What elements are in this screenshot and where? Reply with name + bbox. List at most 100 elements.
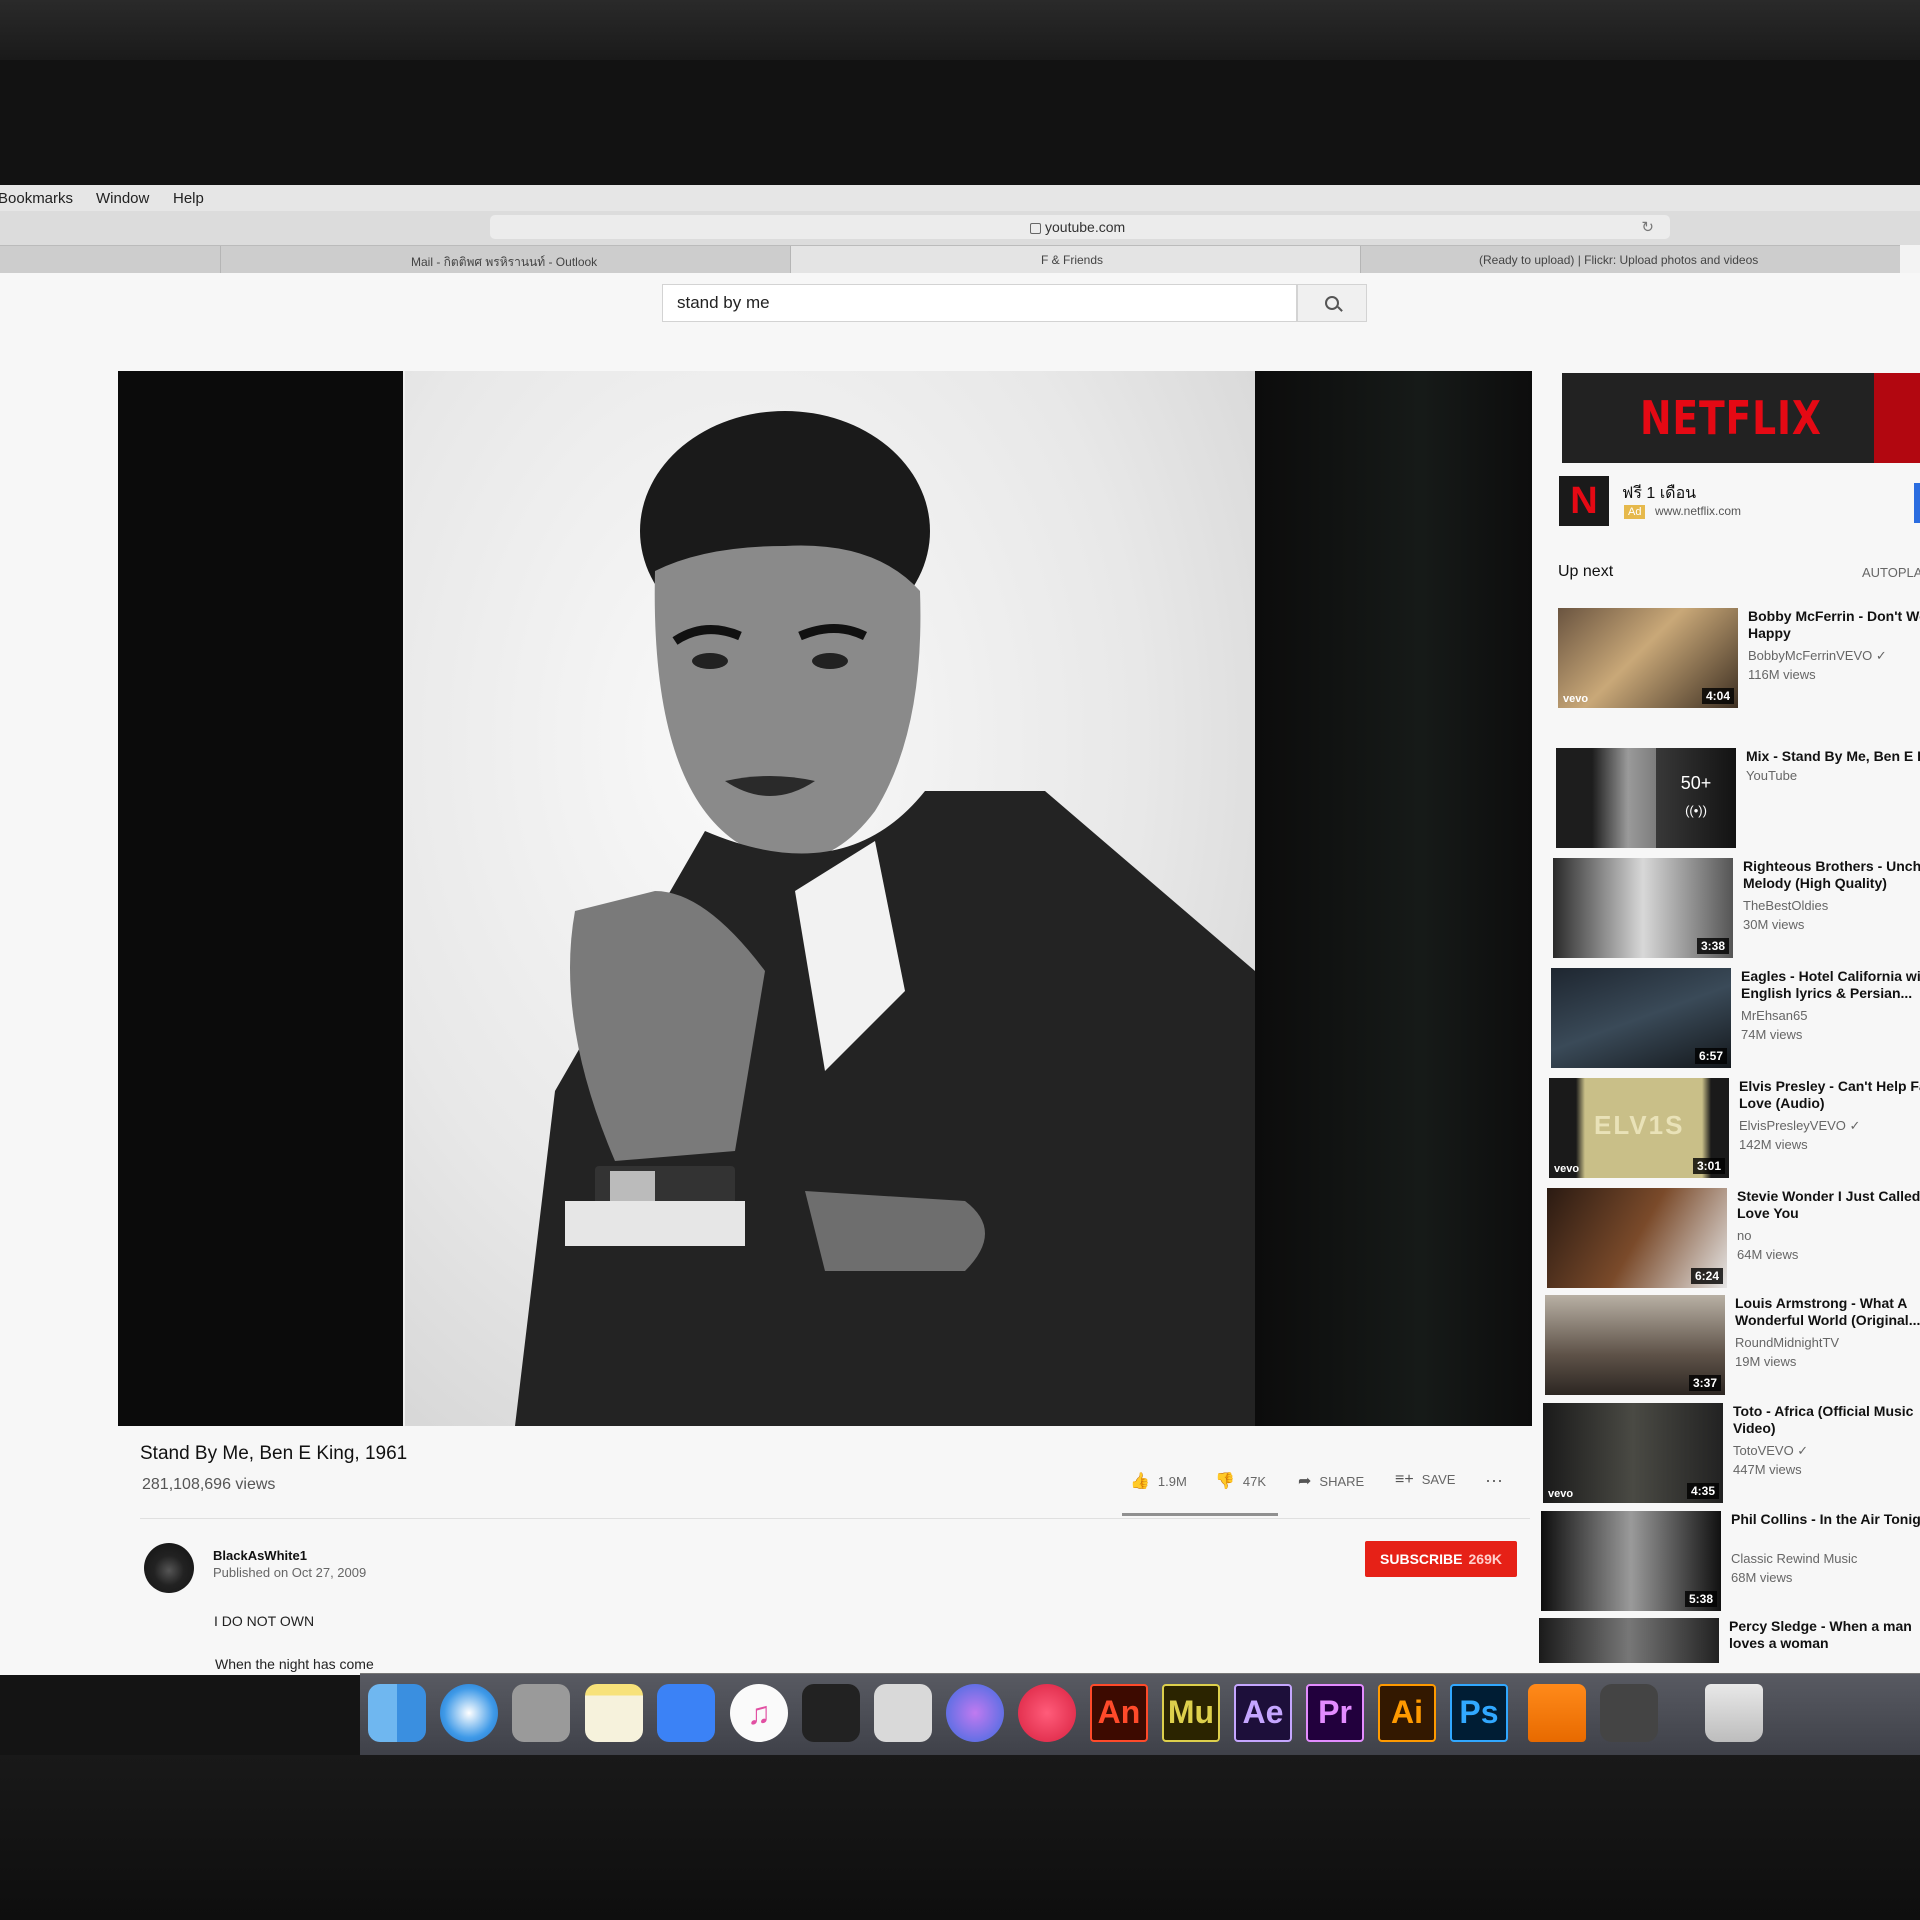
video-card-channel: RoundMidnightTV <box>1735 1335 1840 1350</box>
tab-bar: Mail - กิตติพศ พรหิรานนท์ - Outlook F & … <box>0 245 1900 275</box>
video-thumbnail[interactable]: 3:38 <box>1553 858 1733 958</box>
video-card-title[interactable]: Mix - Stand By Me, Ben E K <box>1746 748 1920 765</box>
ad-banner-accent <box>1874 373 1920 463</box>
subscribe-button[interactable]: SUBSCRIBE 269K <box>1365 1541 1517 1577</box>
safari-icon[interactable] <box>440 1684 498 1742</box>
address-bar[interactable]: youtube.com ↻ <box>490 215 1670 239</box>
after-effects-icon[interactable]: Ae <box>1234 1684 1292 1742</box>
video-card-channel: YouTube <box>1746 768 1798 783</box>
video-duration: 5:38 <box>1684 1591 1717 1607</box>
like-count: 1.9M <box>1157 1474 1187 1489</box>
video-thumbnail[interactable]: 3:37 <box>1545 1295 1725 1395</box>
netflix-logo: NETFLIX <box>1640 391 1822 445</box>
youtube-page: stand by me Stand By Me, Ben E King, 196… <box>0 273 1920 1675</box>
video-card-title[interactable]: Righteous Brothers - Uncha Melody (High … <box>1743 858 1920 892</box>
playlist-add-icon: ≡+ <box>1395 1471 1414 1488</box>
preview-icon[interactable] <box>874 1684 932 1742</box>
video-thumbnail[interactable]: 50+ ((•)) <box>1556 748 1736 848</box>
share-icon: ➦ <box>1298 1473 1312 1490</box>
video-duration: 3:37 <box>1688 1375 1721 1391</box>
video-card-title[interactable]: Eagles - Hotel California wi English lyr… <box>1741 968 1920 1002</box>
url-text: youtube.com <box>1045 219 1126 235</box>
monitor-bezel-bottom <box>0 1755 1920 1920</box>
video-card[interactable]: 6:57 Eagles - Hotel California wi English… <box>1551 968 1920 1070</box>
search-bar: stand by me <box>662 284 1367 324</box>
netflix-ad-banner[interactable]: NETFLIX <box>1562 373 1920 463</box>
video-card[interactable]: ELV1S vevo 3:01 Elvis Presley - Can't Help … <box>1549 1078 1920 1180</box>
dislike-button[interactable]: 👎 47K <box>1215 1471 1266 1491</box>
illustrator-icon[interactable]: Ai <box>1378 1684 1436 1742</box>
video-card[interactable]: 3:37 Louis Armstrong - What A Wonderful W… <box>1545 1295 1920 1397</box>
like-button[interactable]: 👍 1.9M <box>1130 1471 1187 1491</box>
ad-cta-button[interactable] <box>1914 483 1920 523</box>
tab-outlook[interactable]: Mail - กิตติพศ พรหิรานนท์ - Outlook <box>220 246 791 274</box>
premiere-icon[interactable]: Pr <box>1306 1684 1364 1742</box>
ad-url: www.netflix.com <box>1655 504 1742 518</box>
itunes-icon[interactable]: ♫ <box>730 1684 788 1742</box>
channel-avatar[interactable] <box>144 1543 194 1593</box>
notes-icon[interactable] <box>585 1684 643 1742</box>
video-thumbnail[interactable]: 5:38 <box>1541 1511 1721 1611</box>
search-button[interactable] <box>1297 284 1367 322</box>
tab-label: Mail - กิตติพศ พรหิรานนท์ - Outlook <box>411 255 598 269</box>
video-thumbnail[interactable]: vevo 4:35 <box>1543 1403 1723 1503</box>
animate-icon[interactable]: An <box>1090 1684 1148 1742</box>
autoplay-toggle[interactable]: AUTOPLA <box>1862 565 1920 580</box>
netflix-n-logo[interactable]: N <box>1559 476 1609 526</box>
description-line: When the night has come <box>215 1656 374 1672</box>
claquette-icon[interactable] <box>1600 1684 1658 1742</box>
motion-icon[interactable] <box>946 1684 1004 1742</box>
video-card-channel: TotoVEVO ✓ <box>1733 1443 1809 1458</box>
vevo-logo: vevo <box>1563 693 1589 705</box>
video-card-views: 19M views <box>1735 1354 1797 1369</box>
video-actions: 👍 1.9M 👎 47K ➦ SHARE ≡+ SAVE ⋯ <box>1120 1471 1540 1501</box>
finder-icon[interactable] <box>368 1684 426 1742</box>
video-player[interactable] <box>118 371 1532 1426</box>
screenshot-icon[interactable] <box>512 1684 570 1742</box>
video-card-title[interactable]: Elvis Presley - Can't Help Fa In Love (A… <box>1739 1078 1920 1112</box>
trash-icon[interactable] <box>1705 1684 1763 1742</box>
video-card[interactable]: 5:38 Phil Collins - In the Air Tonigh Clas… <box>1541 1511 1920 1613</box>
video-thumbnail[interactable]: vevo 4:04 <box>1558 608 1738 708</box>
video-card-title[interactable]: Bobby McFerrin - Don't Wo Happy <box>1748 608 1920 642</box>
video-thumbnail[interactable] <box>1539 1618 1719 1663</box>
video-card-title[interactable]: Phil Collins - In the Air Tonigh <box>1731 1511 1920 1528</box>
vevo-logo: vevo <box>1548 1488 1574 1500</box>
video-card[interactable]: vevo 4:35 Toto - Africa (Official Music Vi… <box>1543 1403 1920 1505</box>
video-card-title[interactable]: Louis Armstrong - What A Wonderful World… <box>1735 1295 1920 1329</box>
vlc-icon[interactable] <box>1528 1684 1586 1742</box>
share-button[interactable]: ➦ SHARE <box>1298 1471 1364 1491</box>
menu-bookmarks[interactable]: Bookmarks <box>0 190 73 207</box>
channel-name[interactable]: BlackAsWhite1 <box>213 1548 307 1563</box>
video-frame <box>405 371 1255 1426</box>
mac-menubar: Bookmarks Window Help <box>0 185 1920 212</box>
video-card-title[interactable]: Percy Sledge - When a man loves a woman <box>1729 1618 1920 1652</box>
video-card[interactable]: 3:38 Righteous Brothers - Uncha Melody (H… <box>1553 858 1920 960</box>
video-card-title[interactable]: Toto - Africa (Official Music Video) <box>1733 1403 1920 1437</box>
keynote-icon[interactable] <box>657 1684 715 1742</box>
video-thumbnail[interactable]: ELV1S vevo 3:01 <box>1549 1078 1729 1178</box>
tab-friends[interactable]: F & Friends <box>790 246 1361 274</box>
video-thumbnail[interactable]: 6:24 <box>1547 1188 1727 1288</box>
tab-flickr[interactable]: (Ready to upload) | Flickr: Upload photo… <box>1360 246 1901 274</box>
photoshop-icon[interactable]: Ps <box>1450 1684 1508 1742</box>
ad-headline[interactable]: ฟรี 1 เดือน <box>1622 481 1696 506</box>
menu-window[interactable]: Window <box>96 190 149 207</box>
save-button[interactable]: ≡+ SAVE <box>1395 1471 1455 1489</box>
reload-icon[interactable]: ↻ <box>1641 218 1654 236</box>
video-card[interactable]: vevo 4:04 Bobby McFerrin - Don't Wo Happy B… <box>1558 608 1920 710</box>
menu-help[interactable]: Help <box>173 190 204 207</box>
more-button[interactable]: ⋯ <box>1485 1471 1503 1492</box>
search-input[interactable]: stand by me <box>662 284 1297 322</box>
up-next-heading: Up next <box>1558 563 1614 580</box>
muse-icon[interactable]: Mu <box>1162 1684 1220 1742</box>
video-card-title[interactable]: Stevie Wonder I Just Called Say I Love Y… <box>1737 1188 1920 1222</box>
final-cut-icon[interactable] <box>802 1684 860 1742</box>
url-display: youtube.com <box>1030 219 1125 235</box>
video-card[interactable]: 50+ ((•)) Mix - Stand By Me, Ben E K YouTub… <box>1556 748 1920 850</box>
video-card[interactable]: Percy Sledge - When a man loves a woman <box>1539 1618 1920 1663</box>
video-card[interactable]: 6:24 Stevie Wonder I Just Called Say I Lo… <box>1547 1188 1920 1290</box>
divider <box>140 1518 1530 1519</box>
video-thumbnail[interactable]: 6:57 <box>1551 968 1731 1068</box>
davinci-icon[interactable] <box>1018 1684 1076 1742</box>
